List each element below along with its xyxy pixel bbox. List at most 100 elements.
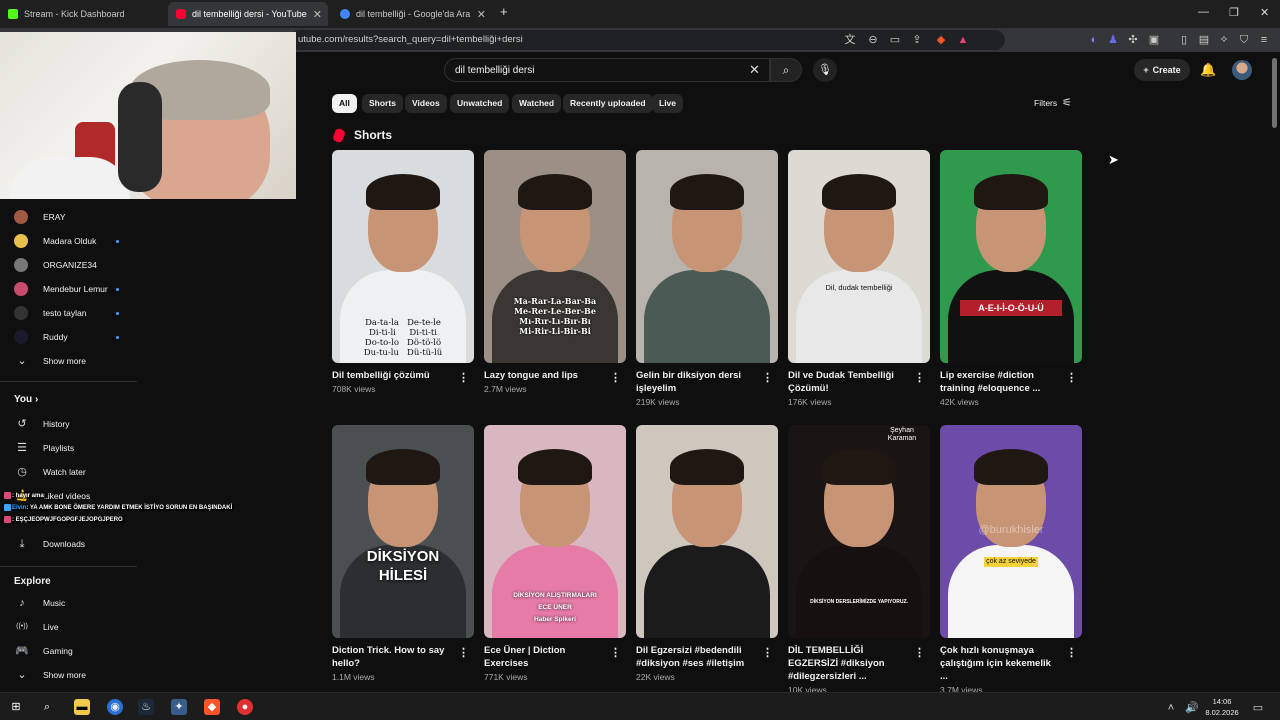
- chevron-up-icon[interactable]: ˄: [1163, 700, 1179, 716]
- chip-watched[interactable]: Watched: [512, 94, 562, 113]
- short-title[interactable]: Gelin bir diksiyon dersi işleyelim: [636, 369, 754, 395]
- short-thumbnail[interactable]: DİKSİYON DERSLERİMİZDE YAPIYORUZ. Şeyhan …: [788, 425, 930, 638]
- taskbar-clock[interactable]: 14:06 8.02.2026: [1200, 696, 1244, 718]
- sidebar-toggle-icon[interactable]: ▯: [1177, 33, 1191, 47]
- short-title[interactable]: DİL TEMBELLİĞİ EGZERSİZİ #diksiyon #dile…: [788, 644, 906, 683]
- search-icon[interactable]: ⌕: [39, 699, 55, 715]
- short-title[interactable]: Diction Trick. How to say hello?: [332, 644, 450, 670]
- share-icon[interactable]: ⇪: [910, 33, 924, 47]
- app-icon[interactable]: ✦: [171, 699, 187, 715]
- cast-icon[interactable]: ▭: [888, 33, 902, 47]
- short-thumbnail[interactable]: Da-ta-la De-te-le Di-ti-li Di-ti-ti Do-t…: [332, 150, 474, 363]
- minimize-icon[interactable]: —: [1198, 6, 1209, 18]
- extensions-icon[interactable]: ✣: [1126, 33, 1140, 47]
- short-card[interactable]: çok az seviyede @burukhisler Çok hızlı kon…: [940, 425, 1082, 695]
- short-thumbnail[interactable]: Dil, dudak tembelliği: [788, 150, 930, 363]
- sidebar-item[interactable]: ◷ Watch later: [0, 460, 137, 484]
- short-card[interactable]: DİKSİYON DERSLERİMİZDE YAPIYORUZ. Şeyhan …: [788, 425, 930, 695]
- sidebar-subscription[interactable]: Ruddy: [0, 325, 137, 349]
- clear-search-icon[interactable]: ✕: [749, 62, 760, 78]
- extension-icon[interactable]: ◐: [1087, 33, 1101, 47]
- volume-icon[interactable]: 🔊: [1184, 700, 1200, 716]
- search-button[interactable]: ⌕: [770, 58, 802, 82]
- translate-icon[interactable]: 文: [843, 33, 857, 47]
- more-options-icon[interactable]: ⋮: [610, 371, 621, 384]
- short-card[interactable]: A-E-I-İ-O-Ö-U-Ü Lip exercise #diction tra…: [940, 150, 1082, 408]
- sidebar-subscription[interactable]: ORGANIZE34: [0, 253, 137, 277]
- wallet-icon[interactable]: ▤: [1197, 33, 1211, 47]
- short-title[interactable]: Dil tembelliği çözümü: [332, 369, 450, 382]
- short-card[interactable]: DİKSİYON ALIŞTIRMALARI ECE ÜNER Haber Sp…: [484, 425, 626, 683]
- short-thumbnail[interactable]: Ma-Rar-La-Bar-Ba Me-Rer-Le-Ber-Be Mı-Rır…: [484, 150, 626, 363]
- more-options-icon[interactable]: ⋮: [610, 646, 621, 659]
- more-options-icon[interactable]: ⋮: [914, 646, 925, 659]
- leo-icon[interactable]: ✧: [1217, 33, 1231, 47]
- more-options-icon[interactable]: ⋮: [762, 371, 773, 384]
- show-more-subscriptions[interactable]: ⌄ Show more: [0, 349, 137, 373]
- sidebar-item[interactable]: 🎮 Gaming: [0, 639, 137, 663]
- chip-all[interactable]: All: [332, 94, 357, 113]
- sidebar-subscription[interactable]: Mendebur Lemur: [0, 277, 137, 301]
- menu-icon[interactable]: ≡: [1257, 33, 1271, 47]
- close-window-icon[interactable]: ✕: [1260, 6, 1269, 19]
- short-thumbnail[interactable]: [636, 150, 778, 363]
- more-options-icon[interactable]: ⋮: [458, 646, 469, 659]
- brave-icon[interactable]: ◆: [204, 699, 220, 715]
- filters-button[interactable]: Filters: [1034, 98, 1057, 108]
- sidebar-subscription[interactable]: testo taylan: [0, 301, 137, 325]
- chip-live[interactable]: Live: [652, 94, 684, 113]
- sidebar-item[interactable]: ((•)) Live: [0, 615, 137, 639]
- zoom-icon[interactable]: ⊖: [866, 33, 880, 47]
- short-title[interactable]: Ece Üner | Diction Exercises: [484, 644, 602, 670]
- create-button[interactable]: + Create: [1134, 59, 1190, 81]
- avatar[interactable]: [1232, 60, 1252, 80]
- short-card[interactable]: Dil Egzersizi #bedendili #diksiyon #ses …: [636, 425, 778, 683]
- more-options-icon[interactable]: ⋮: [458, 371, 469, 384]
- windows-start-icon[interactable]: ⊞: [8, 699, 24, 715]
- obs-icon[interactable]: ●: [237, 699, 253, 715]
- restore-icon[interactable]: ❐: [1229, 6, 1239, 19]
- chip-videos[interactable]: Videos: [405, 94, 447, 113]
- more-options-icon[interactable]: ⋮: [1066, 646, 1077, 659]
- sidebar-item[interactable]: ⤓ Downloads: [0, 532, 137, 556]
- chip-shorts[interactable]: Shorts: [362, 94, 403, 113]
- new-tab-button[interactable]: +: [500, 4, 508, 19]
- short-title[interactable]: Lip exercise #diction training #eloquenc…: [940, 369, 1058, 395]
- sidebar-item[interactable]: ↺ History: [0, 412, 137, 436]
- short-title[interactable]: Lazy tongue and lips: [484, 369, 602, 382]
- close-tab-icon[interactable]: ✕: [313, 8, 322, 21]
- you-heading[interactable]: You ›: [14, 394, 38, 405]
- short-card[interactable]: Da-ta-la De-te-le Di-ti-li Di-ti-ti Do-t…: [332, 150, 474, 408]
- short-card[interactable]: Ma-Rar-La-Bar-Ba Me-Rer-Le-Ber-Be Mı-Rır…: [484, 150, 626, 408]
- short-card[interactable]: Gelin bir diksiyon dersi işleyelim 219K v…: [636, 150, 778, 408]
- more-options-icon[interactable]: ⋮: [914, 371, 925, 384]
- short-thumbnail[interactable]: çok az seviyede @burukhisler: [940, 425, 1082, 638]
- short-card[interactable]: Dil, dudak tembelliği Dil ve Dudak Tembel…: [788, 150, 930, 408]
- sidepanel-icon[interactable]: ▣: [1147, 33, 1161, 47]
- search-input[interactable]: dil tembelliği dersi: [444, 58, 770, 82]
- short-thumbnail[interactable]: A-E-I-İ-O-Ö-U-Ü: [940, 150, 1082, 363]
- sidebar-item[interactable]: ☰ Playlists: [0, 436, 137, 460]
- scrollbar[interactable]: [1272, 58, 1277, 128]
- browser-tab-kick[interactable]: Stream - Kick Dashboard: [0, 2, 168, 26]
- close-tab-icon[interactable]: ✕: [477, 8, 486, 21]
- steam-icon[interactable]: ♨: [138, 699, 154, 715]
- notifications-icon[interactable]: 🔔: [1200, 62, 1216, 78]
- extension-icon[interactable]: ♟: [1106, 33, 1120, 47]
- voice-search-button[interactable]: 🎙: [813, 58, 837, 82]
- sidebar-subscription[interactable]: Madara Olduk: [0, 229, 137, 253]
- short-thumbnail[interactable]: DİKSİYON ALIŞTIRMALARI ECE ÜNER Haber Sp…: [484, 425, 626, 638]
- browser-tab-youtube[interactable]: dil tembelliği dersi - YouTube ✕: [168, 2, 328, 26]
- chip-unwatched[interactable]: Unwatched: [450, 94, 510, 113]
- more-options-icon[interactable]: ⋮: [762, 646, 773, 659]
- chip-recently-uploaded[interactable]: Recently uploaded: [563, 94, 653, 113]
- browser-tab-google[interactable]: dil tembelliği - Google'da Ara ✕: [332, 2, 492, 26]
- short-title[interactable]: Dil Egzersizi #bedendili #diksiyon #ses …: [636, 644, 754, 670]
- short-thumbnail[interactable]: [636, 425, 778, 638]
- short-thumbnail[interactable]: DİKSİYON HİLESİ: [332, 425, 474, 638]
- sidebar-subscription[interactable]: ERAY: [0, 205, 137, 229]
- show-more-explore[interactable]: ⌄ Show more: [0, 663, 137, 687]
- short-title[interactable]: Dil ve Dudak Tembelliği Çözümü!: [788, 369, 906, 395]
- sidebar-item[interactable]: ♪ Music: [0, 591, 137, 615]
- notification-center-icon[interactable]: ▭: [1250, 700, 1266, 716]
